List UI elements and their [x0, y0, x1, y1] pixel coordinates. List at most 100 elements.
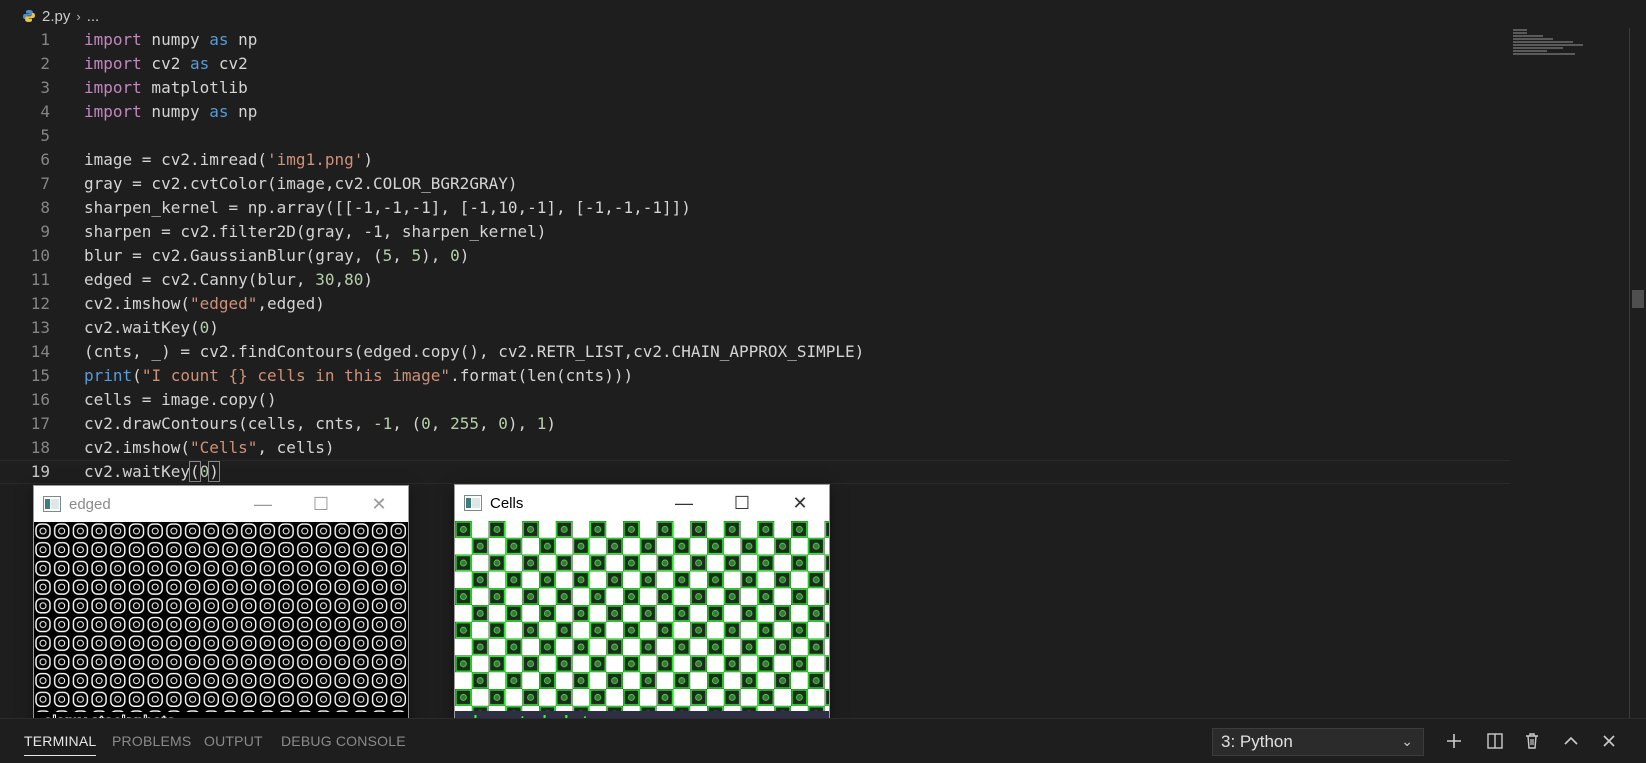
code-text[interactable]: gray = cv2.cvtColor(image,cv2.COLOR_BGR2…	[84, 172, 517, 196]
maximize-icon[interactable]: ☐	[292, 486, 350, 522]
code-editor[interactable]: 1 import numpy as np 2 import cv2 as cv2 3 im…	[0, 28, 1510, 484]
code-token: np	[228, 30, 258, 49]
code-token: ),	[421, 246, 451, 265]
code-line[interactable]: 9 sharpen = cv2.filter2D(gray, -1, sharpe…	[0, 220, 1510, 244]
line-number: 1	[40, 30, 50, 49]
code-text[interactable]: image = cv2.imread('img1.png')	[84, 148, 373, 172]
code-token: "I count {} cells in this image"	[141, 366, 451, 385]
code-line[interactable]: 5	[0, 124, 1510, 148]
code-token: (	[189, 461, 201, 482]
maximize-icon[interactable]: ☐	[713, 485, 771, 521]
code-token: import	[84, 54, 142, 73]
edged-image-canvas	[34, 522, 408, 712]
minimize-icon[interactable]: —	[234, 486, 292, 522]
code-text[interactable]: sharpen_kernel = np.array([[-1,-1,-1], […	[84, 196, 691, 220]
code-text[interactable]: import cv2 as cv2	[84, 52, 248, 76]
minimap[interactable]	[1513, 28, 1593, 68]
scrollbar-thumb[interactable]	[1632, 290, 1644, 308]
close-panel-icon[interactable]	[1597, 729, 1621, 753]
line-number: 10	[30, 246, 50, 265]
code-line[interactable]: 8 sharpen_kernel = np.array([[-1,-1,-1], …	[0, 196, 1510, 220]
code-token: import	[84, 30, 142, 49]
line-number: 3	[40, 78, 50, 97]
code-text[interactable]: print("I count {} cells in this image".f…	[84, 364, 633, 388]
code-token: -1	[372, 414, 393, 433]
line-number: 6	[40, 150, 50, 169]
cells-window[interactable]: Cells — ☐ ✕ alamy stock photo	[455, 485, 829, 736]
line-number: 13	[30, 318, 50, 337]
code-line[interactable]: 2 import cv2 as cv2	[0, 52, 1510, 76]
tab-terminal[interactable]: TERMINAL	[24, 733, 97, 756]
code-line[interactable]: 19 cv2.waitKey(0)	[0, 460, 1510, 484]
code-token: cv2	[141, 54, 190, 73]
code-line[interactable]: 15 print("I count {} cells in this image"…	[0, 364, 1510, 388]
code-token: np	[228, 102, 258, 121]
code-text[interactable]: cv2.drawContours(cells, cnts, -1, (0, 25…	[84, 412, 556, 436]
code-text[interactable]: cells = image.copy()	[84, 388, 277, 412]
cells-titlebar[interactable]: Cells — ☐ ✕	[455, 485, 829, 521]
code-text[interactable]: (cnts, _) = cv2.findContours(edged.copy(…	[84, 340, 864, 364]
line-number: 17	[30, 414, 50, 433]
code-token: print	[84, 366, 133, 385]
code-text[interactable]: cv2.imshow("edged",edged)	[84, 292, 325, 316]
code-token: sharpen = cv2.filter2D(gray, -1, sharpen…	[84, 222, 547, 241]
tab-output[interactable]: OUTPUT	[204, 733, 263, 749]
code-line[interactable]: 11 edged = cv2.Canny(blur, 30,80)	[0, 268, 1510, 292]
edged-titlebar[interactable]: edged — ☐ ✕	[34, 486, 408, 522]
code-token: )	[363, 150, 373, 169]
code-text[interactable]: import matplotlib	[84, 76, 248, 100]
cells-image-canvas	[455, 521, 829, 736]
code-token: ,	[478, 414, 499, 433]
breadcrumb-file[interactable]: 2.py	[42, 8, 70, 25]
code-line[interactable]: 13 cv2.waitKey(0)	[0, 316, 1510, 340]
trash-icon[interactable]	[1520, 729, 1544, 753]
code-text[interactable]: cv2.imshow("Cells", cells)	[84, 436, 334, 460]
code-line[interactable]: 12 cv2.imshow("edged",edged)	[0, 292, 1510, 316]
code-line[interactable]: 17 cv2.drawContours(cells, cnts, -1, (0, …	[0, 412, 1510, 436]
code-token: 0	[450, 246, 460, 265]
code-line[interactable]: 1 import numpy as np	[0, 28, 1510, 52]
code-text[interactable]: blur = cv2.GaussianBlur(gray, (5, 5), 0)	[84, 244, 469, 268]
code-token: numpy	[141, 30, 210, 49]
tab-problems[interactable]: PROBLEMS	[112, 733, 191, 749]
code-line[interactable]: 6 image = cv2.imread('img1.png')	[0, 148, 1510, 172]
code-token: blur = cv2.GaussianBlur(gray, (	[84, 246, 383, 265]
code-line[interactable]: 10 blur = cv2.GaussianBlur(gray, (5, 5), …	[0, 244, 1510, 268]
new-terminal-icon[interactable]	[1442, 729, 1466, 753]
terminal-select[interactable]: 3: Python ⌄	[1212, 728, 1424, 756]
code-text[interactable]: cv2.waitKey(0)	[84, 460, 220, 484]
code-line[interactable]: 14 (cnts, _) = cv2.findContours(edged.cop…	[0, 340, 1510, 364]
code-line[interactable]: 4 import numpy as np	[0, 100, 1510, 124]
edged-window[interactable]: edged — ☐ ✕ alamy stock photo	[34, 486, 408, 736]
close-icon[interactable]: ✕	[350, 486, 408, 522]
line-number: 4	[40, 102, 50, 121]
terminal-select-value: 3: Python	[1221, 732, 1293, 751]
code-token: .format(len(cnts)))	[450, 366, 634, 385]
code-line[interactable]: 16 cells = image.copy()	[0, 388, 1510, 412]
code-token: ,	[392, 246, 412, 265]
line-number: 16	[30, 390, 50, 409]
close-icon[interactable]: ✕	[771, 485, 829, 521]
code-line[interactable]: 18 cv2.imshow("Cells", cells)	[0, 436, 1510, 460]
code-text[interactable]: import numpy as np	[84, 100, 257, 124]
code-token: cv2.waitKey	[84, 462, 190, 481]
vertical-scrollbar[interactable]	[1629, 28, 1630, 718]
code-line[interactable]: 3 import matplotlib	[0, 76, 1510, 100]
line-number: 7	[40, 174, 50, 193]
split-terminal-icon[interactable]	[1483, 729, 1507, 753]
tab-debug-console[interactable]: DEBUG CONSOLE	[281, 733, 406, 749]
code-line[interactable]: 7 gray = cv2.cvtColor(image,cv2.COLOR_BGR…	[0, 172, 1510, 196]
code-token: 80	[344, 270, 364, 289]
code-token: as	[189, 54, 210, 73]
edged-window-title: edged	[69, 495, 111, 513]
code-text[interactable]: edged = cv2.Canny(blur, 30,80)	[84, 268, 373, 292]
code-text[interactable]: sharpen = cv2.filter2D(gray, -1, sharpen…	[84, 220, 546, 244]
minimize-icon[interactable]: —	[655, 485, 713, 521]
code-token: cells = image.copy()	[84, 390, 277, 409]
code-token: (cnts, _) = cv2.findContours(edged.copy(…	[84, 342, 865, 361]
breadcrumb-rest[interactable]: ...	[87, 8, 100, 25]
maximize-panel-icon[interactable]	[1559, 729, 1583, 753]
code-text[interactable]: cv2.waitKey(0)	[84, 316, 219, 340]
code-token: 0	[199, 462, 210, 481]
code-text[interactable]: import numpy as np	[84, 28, 257, 52]
